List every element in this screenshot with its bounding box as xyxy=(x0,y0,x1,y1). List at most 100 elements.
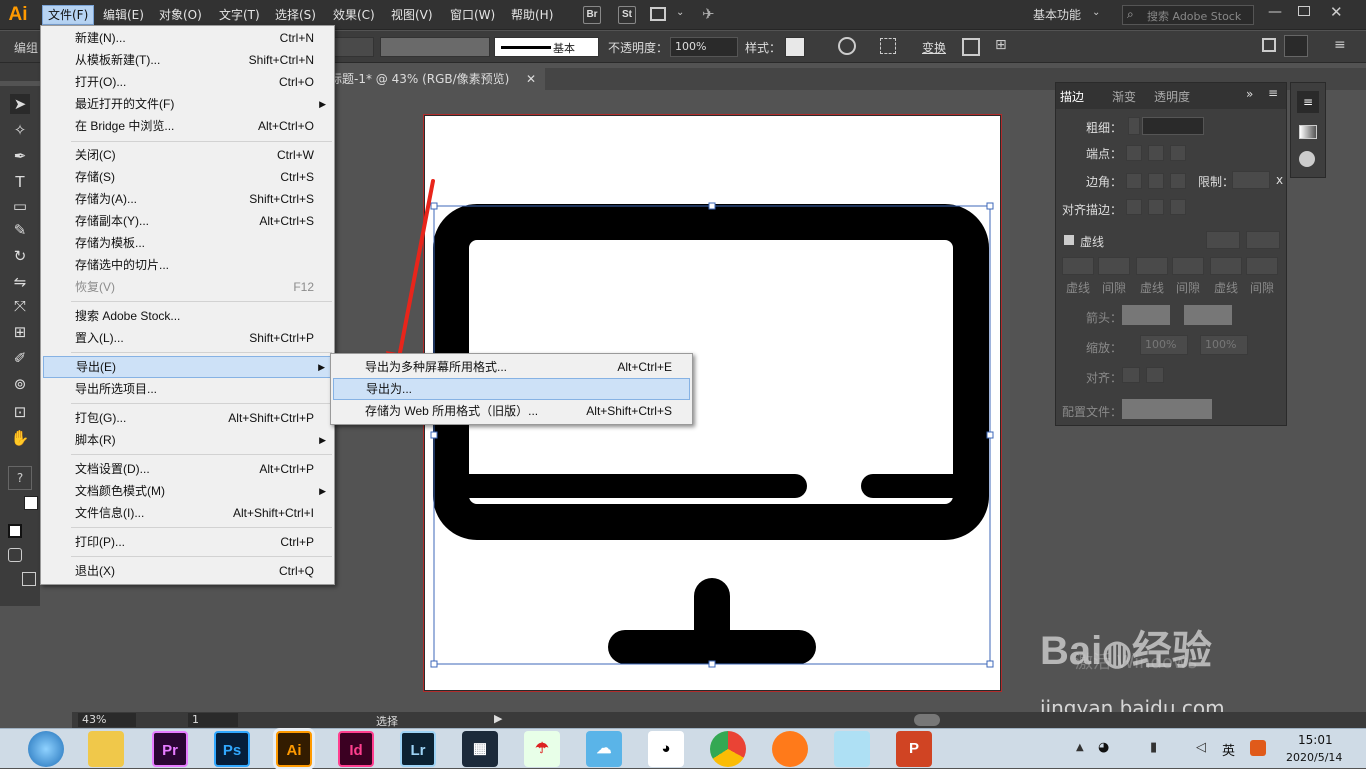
rectangle-tool-icon[interactable]: ▭ xyxy=(10,196,30,216)
gpu-rocket-icon[interactable]: ✈ xyxy=(702,5,715,23)
pen-tool-icon[interactable]: ✒ xyxy=(10,146,30,166)
menu-item-save[interactable]: 存储(S) Ctrl+S xyxy=(43,166,332,188)
stroke-panel-icon[interactable]: ≡ xyxy=(1297,91,1319,113)
limit-input[interactable] xyxy=(1232,171,1270,189)
fill-stroke-dropdown[interactable] xyxy=(334,37,374,57)
arrange-grid-icon[interactable] xyxy=(1262,38,1276,52)
menu-type[interactable]: 文字(T) xyxy=(214,5,265,25)
hamburger-icon[interactable]: ≡ xyxy=(1334,37,1346,53)
stroke-variable-width[interactable] xyxy=(380,37,490,57)
artboard-number-input[interactable]: 1 xyxy=(188,713,238,727)
menu-item-print[interactable]: 打印(P)... Ctrl+P xyxy=(43,531,332,553)
menu-file[interactable]: 文件(F) xyxy=(42,5,95,25)
dash-input-1[interactable] xyxy=(1062,257,1094,275)
transparency-panel-icon[interactable] xyxy=(1299,151,1315,167)
horizontal-scrollbar-thumb[interactable] xyxy=(914,714,940,726)
menu-item-save-template[interactable]: 存储为模板... xyxy=(43,232,332,254)
powerpoint-icon[interactable]: P xyxy=(896,731,932,767)
double-chevron-icon[interactable]: » xyxy=(1246,87,1253,101)
stock-button[interactable]: St xyxy=(618,6,636,24)
arrow-tip-icon[interactable] xyxy=(1122,367,1140,383)
media-player-icon[interactable] xyxy=(772,731,808,767)
close-icon[interactable]: ✕ xyxy=(526,68,536,90)
menu-window[interactable]: 窗口(W) xyxy=(445,5,500,25)
isolate-icon[interactable] xyxy=(962,38,980,56)
symbol-sprayer-icon[interactable]: ⊚ xyxy=(10,374,30,394)
selection-handle[interactable] xyxy=(708,660,716,668)
qq-icon[interactable]: ◕ xyxy=(648,731,684,767)
menu-item-export-as[interactable]: 导出为... xyxy=(333,378,690,400)
menu-effect[interactable]: 效果(C) xyxy=(328,5,380,25)
round-join-icon[interactable] xyxy=(1148,173,1164,189)
transform-link[interactable]: 变换 xyxy=(922,39,946,56)
selection-handle[interactable] xyxy=(986,431,994,439)
menu-item-export[interactable]: 导出(E) ▶ xyxy=(43,356,332,378)
butt-cap-icon[interactable] xyxy=(1126,145,1142,161)
start-scale-input[interactable]: 100% xyxy=(1140,335,1188,355)
menu-item-file-info[interactable]: 文件信息(I)... Alt+Shift+Ctrl+I xyxy=(43,502,332,524)
stroke-color-swatch[interactable] xyxy=(24,496,38,510)
graphic-style-swatch[interactable] xyxy=(785,37,805,57)
arrange-documents-icon[interactable] xyxy=(650,7,666,21)
minimize-icon[interactable]: — xyxy=(1268,4,1282,20)
video-editor-icon[interactable]: ▦ xyxy=(462,731,498,767)
align-dash-icon[interactable] xyxy=(1246,231,1280,249)
play-icon[interactable]: ▶ xyxy=(494,712,502,725)
menu-item-place[interactable]: 置入(L)... Shift+Ctrl+P xyxy=(43,327,332,349)
menu-edit[interactable]: 编辑(E) xyxy=(98,5,149,25)
shape-builder-icon[interactable]: ⊞ xyxy=(995,37,1007,53)
tray-qq-icon[interactable]: ◕ xyxy=(1098,740,1109,755)
tab-stroke[interactable]: 描边 xyxy=(1060,88,1084,105)
restore-icon[interactable] xyxy=(1298,6,1310,16)
end-scale-input[interactable]: 100% xyxy=(1200,335,1248,355)
menu-item-open[interactable]: 打开(O)... Ctrl+O xyxy=(43,71,332,93)
menu-item-search-stock[interactable]: 搜索 Adobe Stock... xyxy=(43,305,332,327)
panel-menu-button[interactable] xyxy=(1284,35,1308,57)
square-cap-icon[interactable] xyxy=(1170,145,1186,161)
free-transform-icon[interactable]: ⤧ xyxy=(10,296,30,316)
brush-definition-dropdown[interactable]: 基本 xyxy=(494,37,599,57)
menu-item-browse-bridge[interactable]: 在 Bridge 中浏览... Alt+Ctrl+O xyxy=(43,115,332,137)
tab-gradient[interactable]: 渐变 xyxy=(1112,88,1136,105)
menu-item-revert[interactable]: 恢复(V) F12 xyxy=(43,276,332,298)
gradient-panel-icon[interactable] xyxy=(1299,125,1317,139)
menu-item-save-for-web[interactable]: 存储为 Web 所用格式（旧版）... Alt+Shift+Ctrl+S xyxy=(333,400,690,422)
menu-select[interactable]: 选择(S) xyxy=(270,5,321,25)
menu-item-document-setup[interactable]: 文档设置(D)... Alt+Ctrl+P xyxy=(43,458,332,480)
menu-view[interactable]: 视图(V) xyxy=(386,5,438,25)
menu-item-recent-files[interactable]: 最近打开的文件(F) ▶ xyxy=(43,93,332,115)
menu-item-color-mode[interactable]: 文档颜色模式(M) ▶ xyxy=(43,480,332,502)
menu-object[interactable]: 对象(O) xyxy=(154,5,207,25)
photoshop-icon[interactable]: Ps xyxy=(214,731,250,767)
menu-item-save-as[interactable]: 存储为(A)... Shift+Ctrl+S xyxy=(43,188,332,210)
menu-help[interactable]: 帮助(H) xyxy=(506,5,558,25)
clock-date[interactable]: 2020/5/14 xyxy=(1286,751,1342,764)
document-tab[interactable]: 标题-1* @ 43% (RGB/像素预览) ✕ xyxy=(330,68,545,90)
menu-item-save-copy[interactable]: 存储副本(Y)... Alt+Ctrl+S xyxy=(43,210,332,232)
volume-icon[interactable]: ◁ xyxy=(1196,740,1206,755)
illustrator-taskbar-icon[interactable]: Ai xyxy=(276,731,312,767)
close-icon[interactable]: ✕ xyxy=(1330,3,1343,21)
weight-stepper[interactable] xyxy=(1128,117,1140,135)
end-arrowhead-dropdown[interactable] xyxy=(1184,305,1232,325)
brush-tool-icon[interactable]: ✎ xyxy=(10,220,30,240)
preserve-dash-icon[interactable] xyxy=(1206,231,1240,249)
menu-item-exit[interactable]: 退出(X) Ctrl+Q xyxy=(43,560,332,582)
menu-item-package[interactable]: 打包(G)... Alt+Shift+Ctrl+P xyxy=(43,407,332,429)
mesh-tool-icon[interactable]: ⊞ xyxy=(10,322,30,342)
gap-input-3[interactable] xyxy=(1246,257,1278,275)
rotate-tool-icon[interactable]: ↻ xyxy=(10,246,30,266)
menu-item-close[interactable]: 关闭(C) Ctrl+W xyxy=(43,144,332,166)
selection-tool-icon[interactable]: ➤ xyxy=(10,94,30,114)
workspace-switcher[interactable]: 基本功能 xyxy=(1033,6,1081,23)
tab-transparency[interactable]: 透明度 xyxy=(1154,88,1190,105)
align-icon[interactable] xyxy=(880,38,896,54)
selection-handle[interactable] xyxy=(986,660,994,668)
selection-handle[interactable] xyxy=(430,431,438,439)
drawing-mode-icon[interactable] xyxy=(8,548,22,562)
indesign-icon[interactable]: Id xyxy=(338,731,374,767)
arrow-end-icon[interactable] xyxy=(1146,367,1164,383)
magic-wand-icon[interactable]: ✧ xyxy=(10,120,30,140)
miter-join-icon[interactable] xyxy=(1126,173,1142,189)
panel-menu-icon[interactable]: ≡ xyxy=(1268,86,1278,100)
